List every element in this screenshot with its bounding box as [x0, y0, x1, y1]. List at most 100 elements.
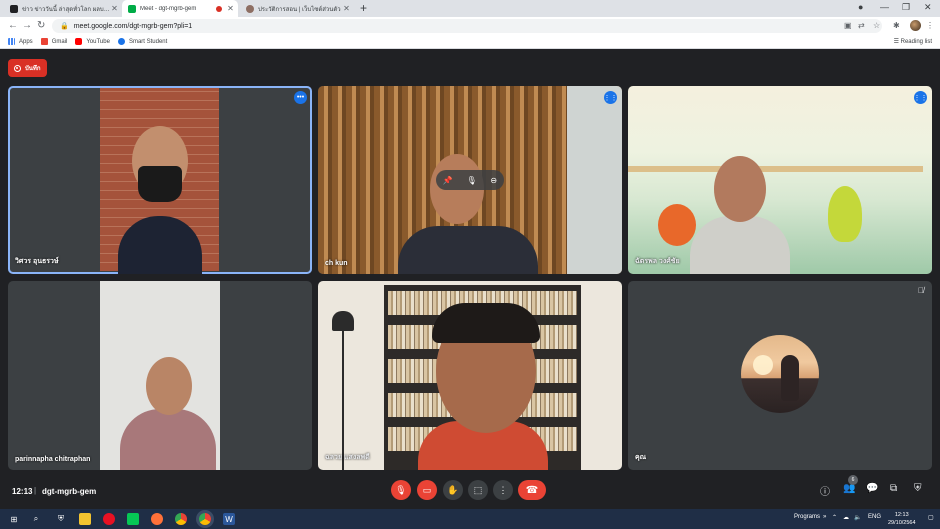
participant-tile-4[interactable]: parinnapha chitraphan [8, 281, 312, 470]
more-vert-icon: ⋮ [498, 484, 508, 495]
chrome-menu-icon[interactable]: ⋮ [926, 21, 934, 30]
more-options-button[interactable]: ⋮ [493, 480, 513, 500]
record-icon [14, 64, 21, 72]
minimize-icon[interactable]: — [880, 2, 889, 12]
bookmark-gmail[interactable]: Gmail [40, 38, 68, 45]
speaking-indicator-icon: ⋮⋮ [914, 91, 928, 104]
tab-label: Meet - dgt-mgrb-gem [140, 5, 197, 12]
apps-grid-icon [8, 38, 15, 45]
chrome-active-icon[interactable] [199, 513, 211, 525]
record-label: บันทึก [25, 66, 41, 72]
notifications-icon[interactable]: ▢ [928, 514, 934, 521]
sunset-sun [753, 355, 773, 375]
participant-count-badge: 6 [848, 475, 858, 485]
participant-tile-3[interactable]: ⋮⋮ ฉัตรพล วงศ์ชัย [628, 86, 932, 274]
maximize-icon[interactable]: ❐ [902, 2, 910, 13]
participant-tile-1[interactable]: ••• วิศวร อุนธรวษ์ [8, 86, 312, 274]
profile-avatar[interactable] [910, 20, 921, 31]
activities-icon[interactable]: ⧉ [890, 483, 897, 494]
search-icon[interactable]: ⌕ [30, 513, 42, 525]
system-clock[interactable]: 12:13 29/10/2564 [888, 511, 916, 527]
participant-name: วิศวร อุนธรวษ์ [15, 258, 59, 265]
hand-icon: ✋ [447, 484, 459, 495]
reading-list-icon: ☰ [893, 39, 901, 45]
reading-list-button[interactable]: ☰ Reading list [894, 38, 932, 45]
browser-tab-news[interactable]: ข่าว ข่าววันนี้ ล่าสุดทั่วโลก ผลบอลเมื่อ… [4, 0, 122, 17]
participant-face [714, 156, 766, 222]
browser-tab-teaching[interactable]: ประวัติการสอน | เว็บไซต์ส่วนตัว ✕ [240, 0, 354, 17]
security-shield-icon[interactable]: ⛨ [55, 513, 67, 525]
bookmarks-bar: Apps Gmail YouTube Smart Student ☰ Readi… [0, 35, 940, 49]
participant-tile-2[interactable]: 📌 🎙 ⊖ ⋮⋮ ch kun [318, 86, 622, 274]
camera-off-icon: ▭ [422, 484, 432, 495]
chat-icon[interactable]: 💬 [866, 483, 878, 494]
forward-arrow-icon[interactable]: → [22, 20, 32, 31]
bookmark-smart-student[interactable]: Smart Student [117, 38, 168, 45]
camera-permission-icon[interactable]: ▣ [844, 21, 852, 30]
bookmark-label: Gmail [51, 38, 68, 45]
pin-icon[interactable]: 📌 [443, 176, 453, 185]
mic-off-button[interactable]: 🎙 [391, 480, 411, 500]
camera-off-button[interactable]: ▭ [417, 480, 437, 500]
news-favicon-icon [10, 4, 18, 13]
address-bar[interactable]: 🔒 meet.google.com/dgt-mgrb-gem?pli=1 [52, 19, 882, 33]
divider: | [34, 486, 37, 495]
line-app-icon[interactable] [127, 513, 139, 525]
bookmark-apps[interactable]: Apps [8, 38, 33, 45]
bookmark-star-icon[interactable]: ☆ [873, 21, 880, 30]
participant-body [690, 216, 790, 274]
self-tile[interactable]: 🎙̸ คุณ [628, 281, 932, 470]
back-arrow-icon[interactable]: ← [8, 20, 18, 31]
translate-icon[interactable]: ⇄ [858, 21, 865, 30]
input-language[interactable]: ENG [868, 514, 881, 520]
participant-hair [432, 303, 540, 343]
clock-date: 29/10/2564 [888, 520, 916, 526]
chrome-icon[interactable] [175, 513, 187, 525]
meeting-details-icon[interactable]: ⓘ [820, 483, 830, 498]
close-icon[interactable]: ✕ [342, 4, 351, 13]
site-favicon-icon [246, 4, 254, 13]
remove-icon[interactable]: ⊖ [490, 176, 497, 185]
close-icon[interactable]: ✕ [226, 4, 235, 13]
word-icon[interactable]: W [223, 513, 235, 525]
meeting-time: 12:13 [12, 487, 33, 496]
participant-tile-5[interactable]: ฉลวย แสงลพดี [318, 281, 622, 470]
mic-off-icon: 🎙 [395, 484, 407, 495]
browser-tab-strip: ข่าว ข่าววันนี้ ล่าสุดทั่วโลก ผลบอลเมื่อ… [0, 0, 940, 17]
close-icon[interactable]: ✕ [110, 4, 119, 13]
leave-call-button[interactable]: ☎ [518, 480, 546, 500]
bookmark-label: Smart Student [128, 38, 168, 45]
participant-body [120, 409, 216, 470]
programs-toolbar-label[interactable]: Programs [794, 514, 820, 520]
tray-expand-icon[interactable]: ⌃ [832, 514, 837, 521]
close-window-icon[interactable]: ✕ [924, 2, 932, 13]
raise-hand-button[interactable]: ✋ [443, 480, 463, 500]
bookmark-youtube[interactable]: YouTube [75, 38, 110, 45]
lock-icon: 🔒 [60, 23, 69, 30]
firefox-icon[interactable] [151, 513, 163, 525]
browser-toolbar: ← → ↻ 🔒 meet.google.com/dgt-mgrb-gem?pli… [0, 17, 940, 35]
present-button[interactable]: ⬚ [468, 480, 488, 500]
more-options-icon[interactable]: ••• [294, 91, 307, 104]
record-button[interactable]: บันทึก [8, 59, 47, 77]
new-tab-plus-icon[interactable]: + [360, 1, 367, 15]
end-call-icon: ☎ [525, 484, 539, 496]
lamp [332, 311, 354, 331]
browser-tab-meet[interactable]: Meet - dgt-mgrb-gem ✕ [122, 0, 238, 17]
reload-icon[interactable]: ↻ [37, 20, 45, 31]
windows-start-icon[interactable]: ⊞ [8, 513, 20, 525]
meeting-code: dgt-mgrb-gem [42, 487, 97, 496]
window-background [567, 86, 622, 274]
self-avatar [741, 335, 819, 413]
volume-icon[interactable]: 🔈 [854, 514, 861, 521]
file-explorer-icon[interactable] [79, 513, 91, 525]
extensions-icon[interactable]: ✱ [893, 21, 900, 30]
mic-icon[interactable]: 🎙 [467, 176, 477, 185]
opera-icon[interactable] [103, 513, 115, 525]
host-controls-icon[interactable]: ⛨ [914, 483, 922, 494]
chevron-right-icon[interactable]: » [823, 514, 826, 520]
clock-time: 12:13 [894, 512, 909, 518]
tab-search-icon[interactable]: ● [858, 2, 863, 12]
reading-list-label: Reading list [900, 39, 932, 45]
cloud-icon[interactable]: ☁ [843, 514, 849, 521]
